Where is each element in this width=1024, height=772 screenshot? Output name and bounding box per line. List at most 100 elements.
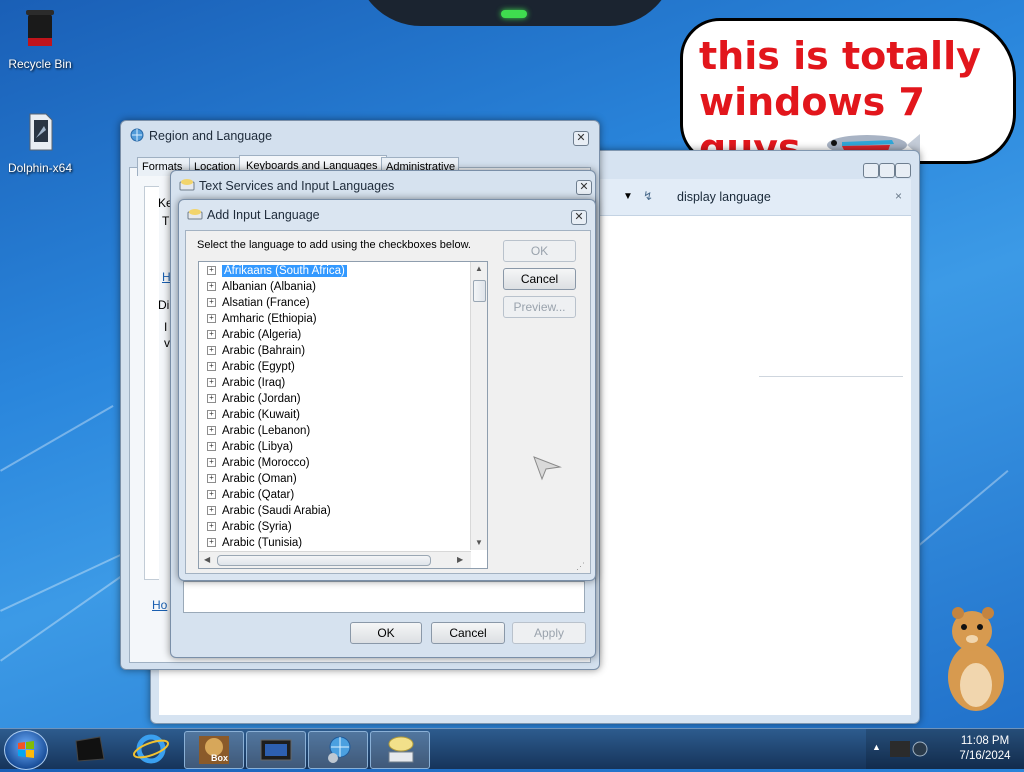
taskbar-recycle-bin[interactable] bbox=[60, 731, 118, 767]
apply-button[interactable]: Apply bbox=[512, 622, 586, 644]
keyboard-icon bbox=[187, 209, 203, 220]
expand-icon[interactable]: + bbox=[207, 442, 216, 452]
vertical-scrollbar[interactable]: ▲ ▼ bbox=[470, 262, 487, 550]
group-label-display: Di bbox=[158, 298, 170, 312]
expand-icon[interactable]: + bbox=[207, 426, 216, 436]
clear-search-icon[interactable]: × bbox=[895, 189, 902, 203]
expand-icon[interactable]: + bbox=[207, 298, 216, 308]
instruction-text: Select the language to add using the che… bbox=[197, 239, 471, 251]
language-list-item[interactable]: + Afrikaans (South Africa) bbox=[207, 263, 347, 279]
add-input-language-dialog: Add Input Language ✕ Select the language… bbox=[178, 199, 596, 581]
start-button[interactable] bbox=[4, 730, 48, 770]
ok-button[interactable]: OK bbox=[503, 240, 576, 262]
dialog-body: Select the language to add using the che… bbox=[185, 230, 591, 574]
box-app-label: Box bbox=[211, 753, 229, 763]
expand-icon[interactable]: + bbox=[207, 346, 216, 356]
language-list-item[interactable]: + Arabic (Bahrain) bbox=[207, 343, 305, 359]
language-list-item[interactable]: + Amharic (Ethiopia) bbox=[207, 311, 317, 327]
keyboard-text: T bbox=[162, 214, 170, 228]
dolphin-icon bbox=[29, 113, 53, 151]
expand-icon[interactable]: + bbox=[207, 410, 216, 420]
language-list-item[interactable]: + Arabic (Egypt) bbox=[207, 359, 295, 375]
language-list-item[interactable]: + Arabic (Algeria) bbox=[207, 327, 301, 343]
language-list-item[interactable]: + Arabic (Tunisia) bbox=[207, 535, 302, 551]
scroll-left-icon[interactable]: ◀ bbox=[204, 555, 210, 564]
horizontal-scrollbar[interactable]: ◀ ▶ bbox=[199, 551, 471, 568]
wallpaper-streak bbox=[0, 405, 114, 472]
expand-icon[interactable]: + bbox=[207, 522, 216, 532]
expand-icon[interactable]: + bbox=[207, 266, 216, 276]
dropdown-arrow-icon[interactable]: ▼ bbox=[623, 191, 633, 202]
divider bbox=[759, 376, 903, 377]
desktop-icon-recycle-bin[interactable]: Recycle Bin bbox=[0, 6, 80, 71]
scroll-up-icon[interactable]: ▲ bbox=[475, 264, 483, 273]
tray-apps-icon[interactable] bbox=[888, 735, 934, 763]
language-list-item[interactable]: + Albanian (Albania) bbox=[207, 279, 316, 295]
language-label: Arabic (Jordan) bbox=[222, 393, 301, 405]
taskbar-internet-explorer[interactable] bbox=[122, 731, 180, 767]
language-label: Arabic (Tunisia) bbox=[222, 537, 303, 549]
expand-icon[interactable]: + bbox=[207, 538, 216, 548]
expand-icon[interactable]: + bbox=[207, 314, 216, 324]
preview-button[interactable]: Preview... bbox=[503, 296, 576, 318]
resize-grip-icon[interactable]: ⋰ bbox=[576, 561, 585, 572]
refresh-icon[interactable]: ↯ bbox=[643, 189, 653, 203]
display-text: I bbox=[164, 320, 168, 334]
keyboard-icon bbox=[179, 179, 195, 191]
expand-icon[interactable]: + bbox=[207, 458, 216, 468]
status-led bbox=[501, 10, 527, 18]
language-list-item[interactable]: + Arabic (Saudi Arabia) bbox=[207, 503, 331, 519]
clock-time: 11:08 PM bbox=[960, 735, 1010, 747]
language-label: Arabic (Kuwait) bbox=[222, 409, 300, 421]
globe-icon bbox=[130, 128, 144, 142]
scroll-down-icon[interactable]: ▼ bbox=[475, 538, 483, 547]
expand-icon[interactable]: + bbox=[207, 378, 216, 388]
window-title: Text Services and Input Languages bbox=[199, 179, 395, 193]
language-list-item[interactable]: + Arabic (Lebanon) bbox=[207, 423, 310, 439]
h-scrollbar-thumb[interactable] bbox=[217, 555, 431, 566]
close-button[interactable]: ✕ bbox=[573, 131, 589, 146]
ok-button[interactable]: OK bbox=[350, 622, 422, 644]
expand-icon[interactable]: + bbox=[207, 330, 216, 340]
taskbar-monitor-app[interactable] bbox=[246, 731, 306, 769]
scroll-right-icon[interactable]: ▶ bbox=[457, 555, 463, 564]
language-list-item[interactable]: + Arabic (Kuwait) bbox=[207, 407, 300, 423]
language-list-item[interactable]: + Arabic (Libya) bbox=[207, 439, 293, 455]
search-input[interactable]: display language bbox=[677, 190, 771, 204]
minimize-button[interactable] bbox=[863, 163, 879, 178]
language-list-item[interactable]: + Arabic (Jordan) bbox=[207, 391, 301, 407]
cancel-button[interactable]: Cancel bbox=[503, 268, 576, 290]
desktop-icon-dolphin[interactable]: Dolphin-x64 bbox=[0, 110, 80, 175]
expand-icon[interactable]: + bbox=[207, 474, 216, 484]
speech-keyboard-icon bbox=[388, 736, 414, 763]
scrollbar-thumb[interactable] bbox=[473, 280, 486, 302]
help-link[interactable]: Ho bbox=[152, 598, 167, 612]
language-tree-list[interactable]: + Afrikaans (South Africa) + Albanian (Alba… bbox=[198, 261, 488, 569]
close-button[interactable]: ✕ bbox=[576, 180, 592, 195]
show-hidden-icons-icon[interactable]: ▲ bbox=[872, 742, 881, 752]
expand-icon[interactable]: + bbox=[207, 282, 216, 292]
expand-icon[interactable]: + bbox=[207, 362, 216, 372]
language-label: Arabic (Syria) bbox=[222, 521, 292, 533]
taskbar-box-app[interactable]: Box bbox=[184, 731, 244, 769]
taskbar-text-services[interactable] bbox=[370, 731, 430, 769]
expand-icon[interactable]: + bbox=[207, 490, 216, 500]
expand-icon[interactable]: + bbox=[207, 506, 216, 516]
clock[interactable]: 11:08 PM 7/16/2024 bbox=[952, 734, 1018, 764]
cancel-button[interactable]: Cancel bbox=[431, 622, 505, 644]
language-list-item[interactable]: + Alsatian (France) bbox=[207, 295, 310, 311]
close-button[interactable] bbox=[895, 163, 911, 178]
taskbar-network-app[interactable] bbox=[308, 731, 368, 769]
group-box bbox=[144, 186, 159, 580]
close-button[interactable]: ✕ bbox=[571, 210, 587, 225]
clock-date: 7/16/2024 bbox=[959, 750, 1011, 762]
language-list-item[interactable]: + Arabic (Qatar) bbox=[207, 487, 294, 503]
language-list-item[interactable]: + Arabic (Morocco) bbox=[207, 455, 310, 471]
language-list-item[interactable]: + Arabic (Iraq) bbox=[207, 375, 285, 391]
language-list-item[interactable]: + Arabic (Syria) bbox=[207, 519, 292, 535]
language-label: Arabic (Lebanon) bbox=[222, 425, 311, 437]
maximize-button[interactable] bbox=[879, 163, 895, 178]
desktop-icon-label: Dolphin-x64 bbox=[7, 161, 73, 175]
language-list-item[interactable]: + Arabic (Oman) bbox=[207, 471, 297, 487]
expand-icon[interactable]: + bbox=[207, 394, 216, 404]
